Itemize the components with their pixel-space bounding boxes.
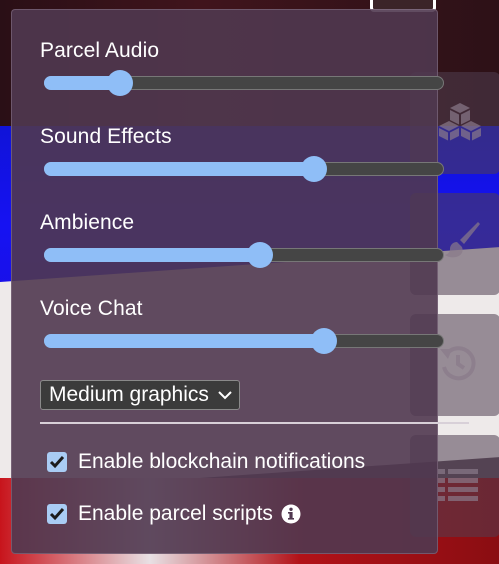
graphics-quality-select[interactable]: Medium graphics bbox=[40, 380, 240, 410]
cubes-icon bbox=[438, 101, 482, 146]
blockchain-notifications-option[interactable]: Enable blockchain notifications bbox=[47, 450, 365, 474]
audio-settings-panel: Parcel Audio Sound Effects Ambience Voic… bbox=[11, 9, 469, 554]
parcel-audio-slider[interactable] bbox=[44, 70, 444, 96]
slider-label: Voice Chat bbox=[40, 297, 143, 320]
slider-fill bbox=[44, 334, 326, 348]
slider-thumb[interactable] bbox=[107, 70, 133, 96]
slider-label: Sound Effects bbox=[40, 125, 172, 148]
slider-fill bbox=[44, 248, 262, 262]
parcel-scripts-checkbox[interactable] bbox=[47, 504, 67, 524]
slider-group-sound-effects: Sound Effects bbox=[40, 124, 444, 210]
slider-group-voice-chat: Voice Chat bbox=[40, 296, 444, 382]
history-icon bbox=[438, 343, 478, 388]
list-icon bbox=[438, 467, 478, 506]
slider-fill bbox=[44, 162, 316, 176]
slider-group-ambience: Ambience bbox=[40, 210, 444, 296]
slider-group-parcel-audio: Parcel Audio bbox=[40, 38, 444, 124]
chevron-down-icon bbox=[217, 390, 233, 400]
ambience-slider[interactable] bbox=[44, 242, 444, 268]
sound-effects-slider[interactable] bbox=[44, 156, 444, 182]
voice-chat-slider[interactable] bbox=[44, 328, 444, 354]
blockchain-notifications-label: Enable blockchain notifications bbox=[78, 450, 366, 473]
paintbrush-icon bbox=[438, 220, 482, 269]
slider-thumb[interactable] bbox=[311, 328, 337, 354]
parcel-scripts-label: Enable parcel scripts bbox=[78, 502, 273, 525]
slider-thumb[interactable] bbox=[301, 156, 327, 182]
parcel-scripts-option[interactable]: Enable parcel scripts bbox=[47, 502, 301, 526]
slider-thumb[interactable] bbox=[247, 242, 273, 268]
blockchain-notifications-checkbox[interactable] bbox=[47, 452, 67, 472]
slider-label: Parcel Audio bbox=[40, 39, 160, 62]
info-icon[interactable] bbox=[281, 504, 301, 524]
graphics-quality-value: Medium graphics bbox=[49, 383, 209, 406]
section-divider bbox=[40, 422, 469, 424]
slider-label: Ambience bbox=[40, 211, 135, 234]
